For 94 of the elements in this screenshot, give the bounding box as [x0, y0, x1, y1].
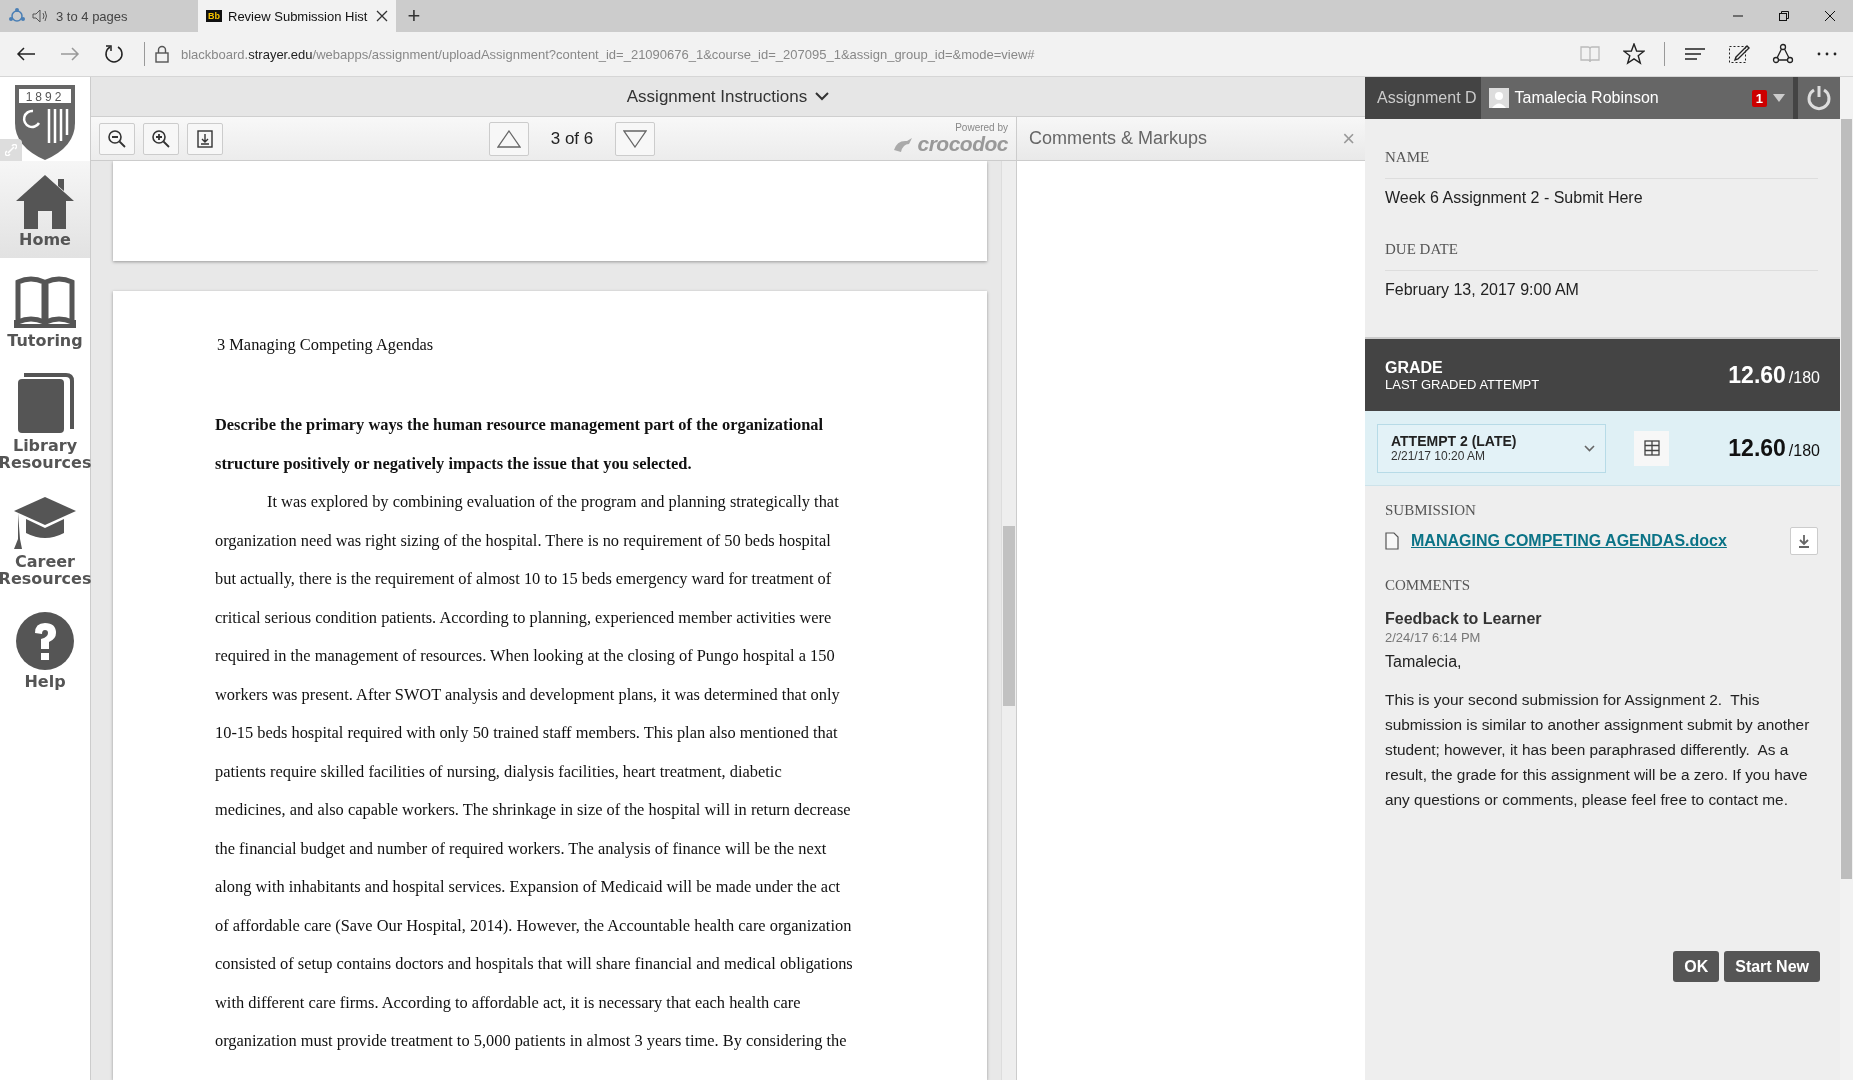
grade-title: GRADE	[1385, 358, 1444, 377]
browser-tab[interactable]: Bb Review Submission Hist	[198, 0, 396, 32]
zoom-out-button[interactable]	[99, 122, 135, 155]
help-icon	[15, 611, 75, 671]
document-text-line: medicines, and also capable workers. The shrinkage in size of the hospital will in return decrease	[215, 799, 852, 821]
back-arrow-icon	[16, 46, 36, 62]
open-book-icon	[14, 276, 76, 330]
document-text-line: the financial budget and number of required workers. The analysis of finance will be the next	[215, 837, 828, 860]
document-text-line: 10-15 beds hospital required with only 50 trained staff members. This plan also mentioned that	[215, 722, 839, 744]
grade-total: /180	[1788, 368, 1820, 387]
scrollbar[interactable]	[1001, 161, 1016, 1080]
attempt-label: ATTEMPT 2 (LATE)	[1391, 433, 1518, 449]
attempt-score: 12.60	[1728, 434, 1786, 462]
field-label: COMMENTS	[1385, 577, 1471, 594]
brand-logo: crocodoc	[917, 133, 1008, 154]
sidebar-item[interactable]: Help	[0, 603, 90, 696]
field-label: SUBMISSION	[1385, 502, 1477, 519]
avatar-icon	[1488, 88, 1509, 108]
chevron-icon	[1584, 444, 1595, 452]
comments-title: Comments & Markups	[1029, 128, 1208, 149]
document-text-line: patients require skilled facilities of nursing, dialysis facilities, heart treatment, diabetic	[215, 760, 783, 783]
next-page-button[interactable]	[615, 121, 655, 156]
document-text-line: with different care firms. According to affordable act, it is necessary that each health care	[215, 991, 802, 1014]
document-text-line: but actually, there is the requirement of almost 10 to 15 beds emergency ward for treatment of	[215, 568, 833, 590]
action-button[interactable]: Start New	[1724, 951, 1820, 982]
closed-book-icon	[16, 373, 74, 435]
restore-icon	[1778, 10, 1790, 22]
feedback-title: Feedback to Learner	[1385, 610, 1543, 628]
refresh-icon	[104, 44, 124, 64]
document-text-line: of affordable care (Save Our Hospital, 2014). However, the Accountable health care organization	[215, 914, 853, 937]
notification-badge: 1	[1751, 89, 1767, 107]
user-menu[interactable]: Tamalecia Robinson 1	[1480, 77, 1793, 119]
document-icon	[1385, 532, 1399, 550]
browser-tab[interactable]: 3 to 4 pages	[0, 0, 198, 32]
document-text-line: It was explored by combining evaluation of the program and planning strategically that	[266, 491, 840, 513]
scrollbar-thumb[interactable]	[1003, 526, 1015, 706]
chevron-icon	[815, 92, 830, 101]
zoom-in-button[interactable]	[143, 122, 179, 155]
sidebar-item[interactable]: Library Resources	[0, 365, 90, 477]
sidebar-item[interactable]: Tutoring	[0, 268, 90, 355]
up-triangle-icon	[497, 129, 521, 148]
feedback-greeting: Tamalecia,	[1385, 653, 1463, 671]
attempt-date: 2/21/17 10:20 AM	[1391, 449, 1487, 463]
zoom-in-icon	[151, 128, 171, 149]
shield-logo: 1892	[13, 83, 77, 161]
question-text-line: structure positively or negatively impacts the issue that you selected.	[215, 452, 693, 475]
previous-page-button[interactable]	[489, 121, 529, 156]
download-button[interactable]	[187, 122, 223, 155]
field-label: NAME	[1385, 149, 1431, 166]
grade-score: 12.60	[1728, 361, 1786, 389]
attempt-dropdown[interactable]: ATTEMPT 2 (LATE) 2/21/17 10:20 AM	[1377, 423, 1606, 473]
document-text-line: required in the management of resources. When looking at the closing of Pungo hospital a 150	[215, 645, 836, 667]
field-label: DUE DATE	[1385, 241, 1459, 258]
graduation-cap-icon	[12, 495, 78, 551]
site-favicon: Bb	[206, 10, 222, 22]
scrollbar[interactable]	[1840, 77, 1853, 1080]
document-heading: 3 Managing Competing Agendas	[217, 334, 435, 356]
zoom-out-icon	[107, 128, 127, 149]
forward-arrow-icon	[60, 46, 80, 62]
document-text-line: organization must provide treatment to 5,000 patients in almost 3 years time. By considering the	[215, 1030, 848, 1052]
instructions-dropdown[interactable]: Assignment Instructions	[620, 85, 836, 108]
close-icon	[1824, 10, 1836, 22]
assignment-name: Week 6 Assignment 2 - Submit Here	[1385, 189, 1644, 207]
down-triangle-icon	[623, 129, 647, 148]
house-icon	[14, 173, 76, 229]
action-button[interactable]: OK	[1673, 951, 1720, 982]
document-text-line: consisted of setup contains doctors and hospitals that will share financial and medical obligations	[215, 953, 854, 975]
file-link[interactable]: MANAGING COMPETING AGENDAS.docx	[1411, 532, 1778, 550]
network-icon	[8, 7, 26, 25]
document-text-line: workers was present. After SWOT analysis and development plans, it was determined that only	[215, 683, 841, 706]
new-tab-button[interactable]: +	[396, 0, 432, 32]
speaker-icon	[32, 9, 50, 23]
lock-icon	[155, 45, 169, 63]
page-indicator: 3 of 6	[549, 128, 595, 149]
grade-subtitle: LAST GRADED ATTEMPT	[1385, 376, 1541, 392]
download-icon	[197, 129, 213, 148]
sidebar-item[interactable]: Career Resources	[0, 487, 90, 593]
feedback-text: This is your second submission for Assignment 2. This submission is similar to another assignment submit by another student; however, it has been paraphrased differently. As a result, the grade for this assignment will be a zero. If you have any questions or comments, please feel free to contact me.	[1385, 690, 1811, 810]
document-text-line: along with inhabitants and hospital services. Expansion of Medicaid will be made under the act	[215, 876, 841, 898]
download-icon	[1797, 534, 1811, 548]
grid-icon[interactable]	[1634, 430, 1669, 466]
document-text-line: organization need was right sizing of the hospital. There is no requirement of 50 beds hospital	[215, 529, 832, 552]
attempt-total: /180	[1788, 441, 1820, 460]
caret-icon	[1773, 94, 1785, 102]
sidebar-item[interactable]: Home	[0, 161, 90, 258]
document-text-line: critical serious condition patients. According to planning, experienced member activities were	[215, 606, 833, 629]
close-icon[interactable]	[376, 10, 388, 22]
feedback-date: 2/24/17 6:14 PM	[1385, 630, 1482, 645]
due-date: February 13, 2017 9:00 AM	[1385, 281, 1580, 299]
download-button[interactable]	[1790, 527, 1818, 555]
powered-by-label: Powered by	[955, 123, 1008, 133]
scrollbar-thumb[interactable]	[1841, 119, 1852, 879]
power-icon[interactable]	[1798, 77, 1840, 119]
question-text-line: Describe the primary ways the human resource management part of the organizational	[215, 414, 825, 436]
